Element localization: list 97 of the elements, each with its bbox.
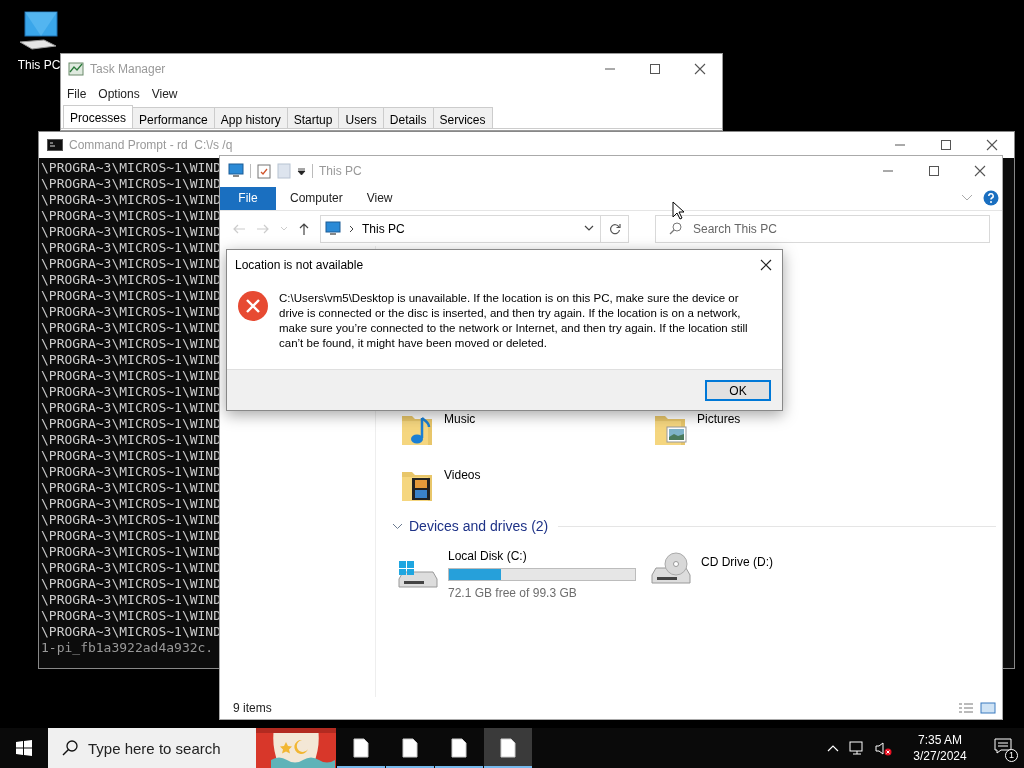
console-line: \PROGRA~3\MICROS~1\WIND [41,336,221,352]
taskbar-app-button[interactable] [484,728,532,768]
chevron-down-icon[interactable] [584,225,594,232]
console-line: \PROGRA~3\MICROS~1\WIND [41,352,221,368]
folder-label[interactable]: Videos [444,466,481,484]
document-icon [451,738,467,758]
maximize-button[interactable] [649,62,661,75]
computer-icon [325,220,341,237]
menu-item[interactable]: View [151,85,178,103]
clock-date[interactable]: 3/27/2024 [913,748,967,764]
document-icon [402,738,418,758]
error-icon [237,290,269,322]
dialog-title: Location is not available [235,257,364,274]
console-line: \PROGRA~3\MICROS~1\WIND [41,480,221,496]
console-line: \PROGRA~3\MICROS~1\WIND [41,224,221,240]
chart-icon [68,60,84,77]
console-line: \PROGRA~3\MICROS~1\WIND [41,272,221,288]
console-line: 1-pi_fb1a3922ad4a932c. [41,640,215,656]
status-text: 9 items [233,700,272,717]
help-icon[interactable] [983,190,999,206]
tab[interactable]: Details [383,107,434,128]
console-line: \PROGRA~3\MICROS~1\WIND [41,256,221,272]
console-line: \PROGRA~3\MICROS~1\WIND [41,384,221,400]
drive-label[interactable]: Local Disk (C:) [448,547,636,565]
folder-label[interactable]: Pictures [697,410,741,428]
address-bar[interactable]: This PC [320,214,629,243]
console-icon [47,139,63,151]
desktop-icon-label[interactable]: This PC [17,56,61,74]
file-tab[interactable]: File [220,186,276,210]
network-icon[interactable] [849,740,865,756]
tab[interactable]: Users [339,107,384,128]
ok-button[interactable]: OK [705,379,771,401]
console-line: \PROGRA~3\MICROS~1\WIND [41,608,221,624]
close-button[interactable] [760,259,772,271]
up-arrow-icon[interactable] [298,221,310,236]
console-line: \PROGRA~3\MICROS~1\WIND [41,624,221,640]
console-line: \PROGRA~3\MICROS~1\WIND [41,288,221,304]
error-message: C:\Users\vm5\Desktop is unavailable. If the location is on this PC, make sure the device or drive is connected or the disc is inserted, and then try again. If the location is on a network, make sure you’re connected to the network or Internet, and then try again. If the location still can’t be found, it might have been moved or deleted. [279,291,749,351]
start-button[interactable] [16,740,32,756]
section-header[interactable]: Devices and drives (2) [409,516,549,537]
console-line: \PROGRA~3\MICROS~1\WIND [41,160,221,176]
drive-free-space: 72.1 GB free of 99.3 GB [448,585,578,602]
console-line: \PROGRA~3\MICROS~1\WIND [41,208,221,224]
menu-item[interactable]: File [67,85,87,103]
tab[interactable]: Performance [133,107,215,128]
search-field[interactable]: Search This PC [655,214,990,243]
mouse-cursor-icon [672,201,684,220]
console-line: \PROGRA~3\MICROS~1\WIND [41,528,221,544]
chevron-up-icon[interactable] [827,744,839,752]
notifications-icon[interactable] [994,738,1012,754]
maximize-button[interactable] [928,165,940,177]
volume-muted-icon[interactable] [875,740,892,756]
window-title: This PC [319,163,362,180]
console-line: \PROGRA~3\MICROS~1\WIND [41,416,221,432]
dropdown-icon[interactable] [297,166,306,176]
folder-label[interactable]: Music [444,410,476,428]
document-icon [500,738,516,758]
tab[interactable]: App history [214,107,288,128]
console-line: \PROGRA~3\MICROS~1\WIND [41,544,221,560]
console-line: \PROGRA~3\MICROS~1\WIND [41,192,221,208]
taskbar-search-field[interactable]: Type here to search [48,728,256,768]
console-line: \PROGRA~3\MICROS~1\WIND [41,448,221,464]
clock-time[interactable]: 7:35 AM [918,732,962,748]
search-icon [669,221,682,235]
tab[interactable]: Startup [287,107,340,128]
ribbon-tab[interactable]: Computer [290,189,343,207]
close-button[interactable] [986,139,998,151]
console-line: \PROGRA~3\MICROS~1\WIND [41,560,221,576]
console-line: \PROGRA~3\MICROS~1\WIND [41,576,221,592]
refresh-icon[interactable] [608,222,621,235]
chevron-down-icon[interactable] [392,523,403,530]
tab[interactable]: Services [433,107,493,128]
console-line: \PROGRA~3\MICROS~1\WIND [41,304,221,320]
tab[interactable]: Processes [63,105,134,128]
console-line: \PROGRA~3\MICROS~1\WIND [41,464,221,480]
clipboard-check-icon[interactable] [257,163,271,179]
cd-drive-icon[interactable] [649,551,693,587]
close-button[interactable] [974,165,986,177]
ribbon-tab[interactable]: View [366,189,393,207]
maximize-button[interactable] [940,139,952,151]
notification-badge: 1 [1005,749,1018,762]
console-line: \PROGRA~3\MICROS~1\WIND [41,512,221,528]
console-line: \PROGRA~3\MICROS~1\WIND [41,496,221,512]
console-line: \PROGRA~3\MICROS~1\WIND [41,432,221,448]
menu-item[interactable]: Options [98,85,140,103]
console-line: \PROGRA~3\MICROS~1\WIND [41,400,221,416]
address-text: This PC [362,220,405,238]
console-line: \PROGRA~3\MICROS~1\WIND [41,176,221,192]
console-line: \PROGRA~3\MICROS~1\WIND [41,592,221,608]
drive-label[interactable]: CD Drive (D:) [701,553,773,571]
console-line: \PROGRA~3\MICROS~1\WIND [41,240,221,256]
close-button[interactable] [694,62,706,75]
window-title: Task Manager [90,60,166,78]
console-line: \PROGRA~3\MICROS~1\WIND [41,368,221,384]
document-icon [353,738,369,758]
console-line: \PROGRA~3\MICROS~1\WIND [41,320,221,336]
window-title: Command Prompt - rd C:\/s /q [69,137,233,154]
